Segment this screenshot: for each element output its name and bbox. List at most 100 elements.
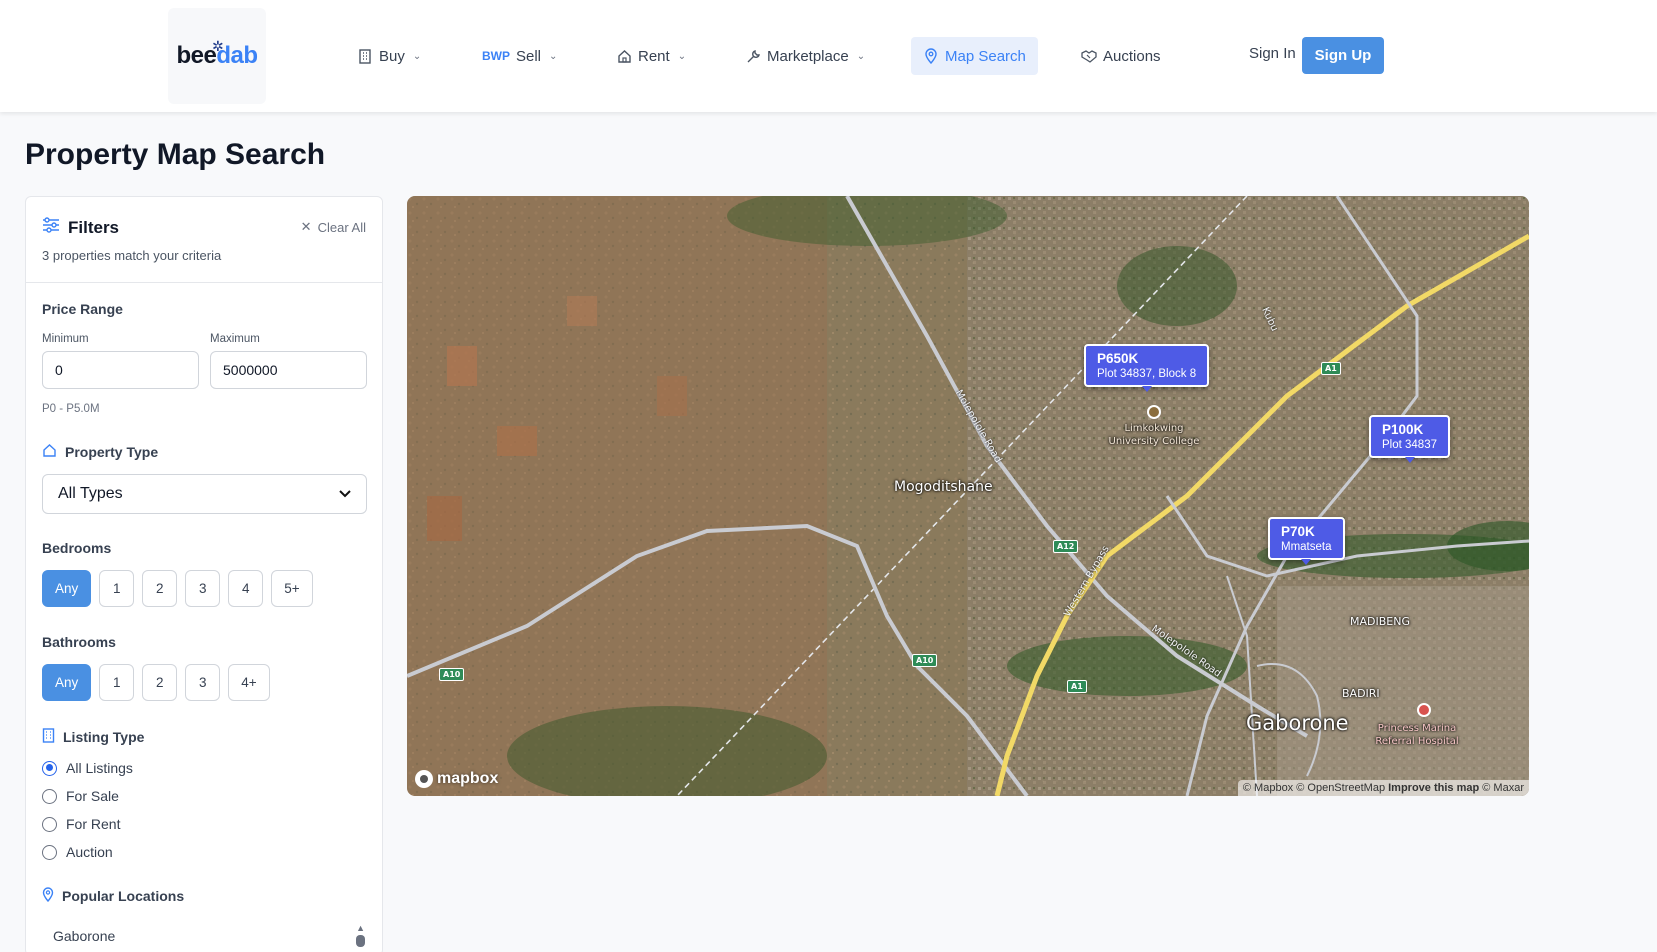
property-marker[interactable]: P650K Plot 34837, Block 8 bbox=[1084, 344, 1210, 392]
beedab-logo[interactable]: ✲ bee dab bbox=[168, 8, 266, 104]
mapbox-icon bbox=[415, 770, 433, 788]
building-icon bbox=[42, 728, 55, 746]
scroll-up-arrow-icon[interactable]: ▲ bbox=[356, 923, 365, 933]
sliders-icon bbox=[42, 217, 60, 238]
nav-buy[interactable]: Buy ⌄ bbox=[357, 40, 421, 72]
price-range-title: Price Range bbox=[42, 301, 123, 317]
listing-auction-radio[interactable]: Auction bbox=[42, 844, 113, 860]
listing-type-label: Listing Type bbox=[63, 729, 145, 745]
max-price-input[interactable]: 5000000 bbox=[210, 351, 367, 389]
place-label-madibeng: MADIBENG bbox=[1350, 615, 1410, 628]
filters-title-text: Filters bbox=[68, 217, 120, 237]
sign-in-link[interactable]: Sign In bbox=[1249, 45, 1296, 62]
bathrooms-section: Bathrooms bbox=[42, 634, 366, 650]
popular-locations-label: Popular Locations bbox=[62, 888, 185, 904]
price-range-section: Price Range bbox=[42, 301, 366, 317]
listing-sale-radio[interactable]: For Sale bbox=[42, 788, 119, 804]
chevron-down-icon: ⌄ bbox=[856, 50, 866, 62]
bedrooms-section: Bedrooms bbox=[42, 540, 366, 556]
maxar-attribution[interactable]: © Maxar bbox=[1482, 782, 1524, 794]
marker-address: Plot 34837 bbox=[1382, 439, 1437, 451]
attribution-text[interactable]: © Mapbox © OpenStreetMap bbox=[1243, 782, 1385, 794]
bedrooms-title: Bedrooms bbox=[42, 540, 112, 556]
bathrooms-2-button[interactable]: 2 bbox=[142, 664, 178, 701]
chevron-down-icon: ⌄ bbox=[412, 50, 422, 62]
school-icon[interactable] bbox=[1147, 405, 1161, 419]
nav-rent-label: Rent bbox=[638, 47, 670, 65]
property-map[interactable]: Mogoditshane Gaborone MADIBENG BADIRI Li… bbox=[407, 196, 1529, 796]
scrollbar-thumb[interactable] bbox=[356, 935, 365, 947]
building-icon bbox=[357, 48, 373, 64]
listing-all-radio[interactable]: All Listings bbox=[42, 760, 133, 776]
bathrooms-any-button[interactable]: Any bbox=[42, 664, 92, 701]
logo-text-bee: bee bbox=[176, 42, 217, 69]
filters-header: Filters ✕ Clear All 3 properties match y… bbox=[26, 197, 382, 283]
property-type-title: Property Type bbox=[42, 443, 366, 461]
marker-price: P650K bbox=[1097, 351, 1139, 366]
listing-sale-label: For Sale bbox=[66, 788, 119, 804]
mapbox-logo-text: mapbox bbox=[437, 770, 499, 787]
bedrooms-1-button[interactable]: 1 bbox=[99, 570, 135, 607]
popular-locations-title: Popular Locations bbox=[42, 887, 366, 905]
listing-auction-label: Auction bbox=[66, 844, 113, 860]
map-pin-icon bbox=[42, 887, 54, 905]
bee-icon: ✲ bbox=[212, 38, 224, 54]
radio-icon bbox=[42, 788, 57, 804]
map-attribution: © Mapbox © OpenStreetMap Improve this ma… bbox=[1237, 780, 1529, 796]
road-shield: A12 bbox=[1053, 540, 1079, 553]
min-price-input[interactable]: 0 bbox=[42, 351, 199, 389]
property-marker[interactable]: P100K Plot 34837 bbox=[1369, 415, 1450, 463]
clear-all-button[interactable]: ✕ Clear All bbox=[301, 219, 366, 235]
nav-sell-label: Sell bbox=[516, 47, 542, 65]
road-shield: A1 bbox=[1067, 680, 1087, 693]
place-label-mogoditshane: Mogoditshane bbox=[894, 479, 993, 495]
chevron-down-icon: ⌄ bbox=[549, 50, 558, 62]
bathrooms-options: Any 1 2 3 4+ bbox=[42, 664, 270, 701]
nav-sell[interactable]: BWP Sell ⌄ bbox=[482, 40, 557, 72]
nav-auctions[interactable]: Auctions bbox=[1081, 40, 1161, 72]
listing-rent-radio[interactable]: For Rent bbox=[42, 816, 120, 832]
bathrooms-1-button[interactable]: 1 bbox=[99, 664, 135, 701]
road-shield: A1 bbox=[1321, 362, 1341, 375]
bedrooms-options: Any 1 2 3 4 5+ bbox=[42, 570, 313, 607]
road-shield: A10 bbox=[439, 668, 465, 681]
bedrooms-2-button[interactable]: 2 bbox=[142, 570, 178, 607]
mapbox-logo[interactable]: mapbox bbox=[415, 770, 498, 788]
bedrooms-any-button[interactable]: Any bbox=[42, 570, 92, 607]
nav-rent[interactable]: Rent ⌄ bbox=[616, 40, 686, 72]
popular-locations-section: Popular Locations bbox=[42, 887, 366, 905]
nav-marketplace[interactable]: Marketplace ⌄ bbox=[745, 40, 865, 72]
nav-buy-label: Buy bbox=[379, 47, 405, 65]
match-count: 3 properties match your criteria bbox=[42, 248, 222, 263]
close-icon: ✕ bbox=[300, 219, 312, 234]
listing-all-label: All Listings bbox=[66, 760, 133, 776]
page-title: Property Map Search bbox=[25, 138, 326, 171]
bathrooms-4plus-button[interactable]: 4+ bbox=[228, 664, 270, 701]
listing-type-title: Listing Type bbox=[42, 728, 366, 746]
improve-map-link[interactable]: Improve this map bbox=[1388, 782, 1479, 794]
property-type-section: Property Type bbox=[42, 443, 366, 461]
top-navbar: ✲ bee dab Buy ⌄ BWP Sell ⌄ Rent ⌄ Marketp… bbox=[0, 0, 1657, 112]
location-item[interactable]: Gaborone bbox=[53, 928, 115, 944]
place-label-gaborone: Gaborone bbox=[1246, 711, 1349, 735]
marker-address: Mmatseta bbox=[1281, 541, 1332, 553]
road-shield: A10 bbox=[912, 654, 938, 667]
min-price-label: Minimum bbox=[42, 333, 89, 345]
property-marker[interactable]: P70K Mmatseta bbox=[1268, 517, 1345, 565]
clear-all-label: Clear All bbox=[317, 219, 366, 235]
bedrooms-3-button[interactable]: 3 bbox=[185, 570, 221, 607]
property-type-value: All Types bbox=[58, 485, 123, 502]
chevron-down-icon bbox=[339, 485, 351, 503]
sign-up-button[interactable]: Sign Up bbox=[1302, 37, 1384, 74]
bwp-currency-icon: BWP bbox=[482, 49, 510, 63]
bedrooms-5plus-button[interactable]: 5+ bbox=[271, 570, 313, 607]
listing-rent-label: For Rent bbox=[66, 816, 121, 832]
hospital-icon[interactable] bbox=[1417, 703, 1431, 717]
radio-icon bbox=[42, 844, 57, 860]
bedrooms-4-button[interactable]: 4 bbox=[228, 570, 264, 607]
property-type-select[interactable]: All Types bbox=[42, 474, 367, 514]
marker-price: P70K bbox=[1281, 524, 1315, 539]
nav-map-search[interactable]: Map Search bbox=[911, 37, 1038, 75]
nav-marketplace-label: Marketplace bbox=[767, 47, 849, 65]
bathrooms-3-button[interactable]: 3 bbox=[185, 664, 221, 701]
